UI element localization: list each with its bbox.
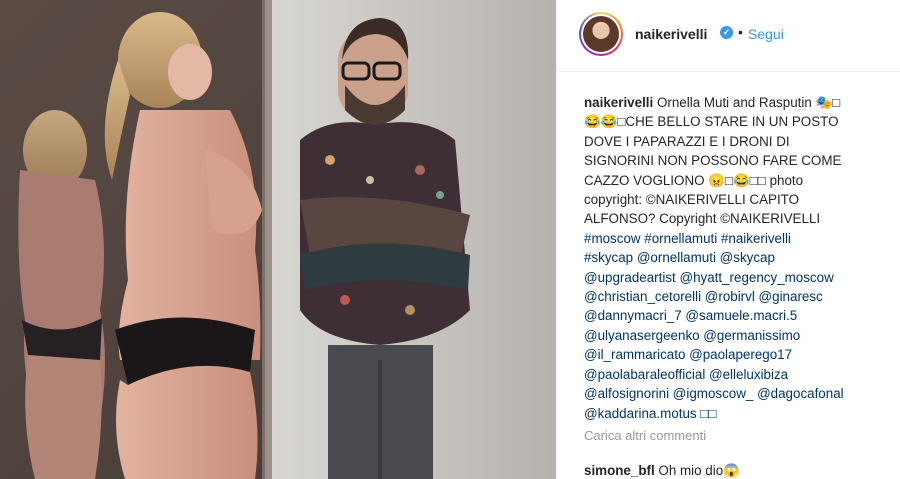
comment-item: simone_bfl Oh mio dio😱 <box>584 463 740 479</box>
avatar[interactable] <box>579 12 623 56</box>
avatar-border <box>581 14 621 54</box>
post-photo[interactable] <box>0 0 556 479</box>
verified-badge-icon: ✓ <box>720 26 733 39</box>
comment-text: Oh mio dio😱 <box>658 463 740 478</box>
avatar-image <box>583 16 619 52</box>
header-username[interactable]: naikerivelli <box>635 26 707 42</box>
caption-line: copyright: ©NAIKERIVELLI CAPITO <box>584 192 800 208</box>
photo-illustration <box>0 0 556 479</box>
load-more-comments-button[interactable]: Carica altri commenti <box>584 428 706 443</box>
caption-line: SIGNORINI NON POSSONO FARE COME <box>584 153 842 169</box>
post-header: naikerivelli ✓ • Segui <box>557 0 900 72</box>
post-caption: naikerivelli Ornella Muti and Rasputin 🎭… <box>584 93 884 423</box>
caption-text: Ornella Muti and Rasputin 🎭□ <box>656 95 841 110</box>
caption-mention-line[interactable]: @upgradeartist @hyatt_regency_moscow <box>584 268 884 287</box>
instagram-post: naikerivelli ✓ • Segui naikerivelli Orne… <box>0 0 900 479</box>
caption-line: naikerivelli Ornella Muti and Rasputin 🎭… <box>584 93 884 112</box>
post-side-panel: naikerivelli ✓ • Segui naikerivelli Orne… <box>556 0 900 479</box>
comment-username[interactable]: simone_bfl <box>584 463 655 478</box>
caption-mention-line[interactable]: @alfosignorini @igmoscow_ @dagocafonal <box>584 384 884 403</box>
follow-button[interactable]: Segui <box>748 26 784 42</box>
caption-line: ALFONSO? Copyright ©NAIKERIVELLI <box>584 211 821 227</box>
caption-mention-line[interactable]: @kaddarina.motus □□ <box>584 404 884 423</box>
caption-line: DOVE I PAPARAZZI E I DRONI DI <box>584 133 790 149</box>
caption-line: CAZZO VOGLIONO 😠□😂□□ photo <box>584 172 804 188</box>
caption-mention-line[interactable]: @il_rammaricato @paolaperego17 <box>584 345 884 364</box>
caption-line: 😂😂□CHE BELLO STARE IN UN POSTO <box>584 114 839 130</box>
caption-mention-line[interactable]: @dannymacri_7 @samuele.macri.5 <box>584 306 884 325</box>
caption-mention-line[interactable]: @paolabaraleofficial @elleluxibiza <box>584 365 884 384</box>
separator-dot: • <box>738 24 743 40</box>
caption-mention-line[interactable]: @ulyanasergeenko @germanissimo <box>584 326 884 345</box>
caption-hashtag-line[interactable]: #moscow #ornellamuti #naikerivelli <box>584 229 884 248</box>
caption-mention-line[interactable]: #skycap @ornellamuti @skycap <box>584 248 884 267</box>
caption-mention-line[interactable]: @christian_cetorelli @robirvl @ginaresc <box>584 287 884 306</box>
caption-username[interactable]: naikerivelli <box>584 95 653 110</box>
